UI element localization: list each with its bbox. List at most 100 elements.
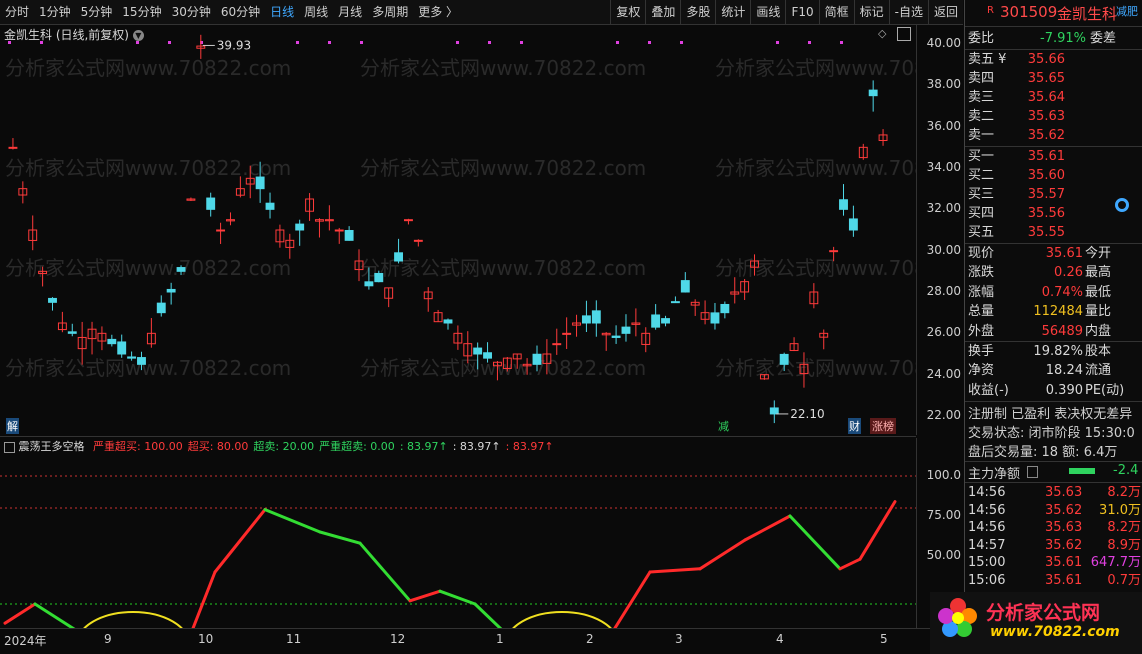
date-tick: 2 <box>586 632 594 646</box>
toolbar-button[interactable]: -自选 <box>888 0 928 24</box>
stat-value: 0.26 <box>1054 265 1083 281</box>
watermark-text: 分析家公式网www.70822.com <box>5 256 291 280</box>
stat-value: 0.390 <box>1045 382 1083 398</box>
period-tab[interactable]: 更多 〉 <box>413 0 463 24</box>
max-price-label: 39.93 <box>217 38 251 52</box>
signal-dot <box>328 41 331 44</box>
period-tab[interactable]: 15分钟 <box>117 0 166 24</box>
oscillator-chart[interactable] <box>0 438 916 628</box>
period-tab[interactable]: 30分钟 <box>167 0 216 24</box>
toolbar-button[interactable]: 复权 <box>610 0 645 24</box>
asks-row[interactable]: 卖一 35.62 <box>965 126 1142 145</box>
signal-dot <box>296 41 299 44</box>
stat-value: 18.24 <box>1045 363 1083 379</box>
bids-row[interactable]: 买一 35.61 <box>965 147 1142 166</box>
bids-price: 35.60 <box>1027 168 1065 183</box>
toolbar-button[interactable]: 统计 <box>715 0 750 24</box>
asks-price: 35.63 <box>1027 109 1065 124</box>
chevron-down-icon[interactable]: ▼ <box>132 30 144 41</box>
candle-body <box>720 303 730 314</box>
weibi-label: 委比 <box>968 31 995 46</box>
asks-label: 卖二 <box>968 109 995 124</box>
trade-ticks: 14:56 35.63 8.2万 14:56 35.62 31.0万 14:56 35.63 8… <box>965 484 1142 592</box>
bids-row[interactable]: 买五 35.55 <box>965 223 1142 242</box>
candle-body <box>48 297 57 303</box>
collapse-icon[interactable] <box>4 441 15 453</box>
bid-book: 买一 35.61 买二 35.60 买三 35.57 买四 35.56 买五 35.55 <box>965 147 1142 242</box>
legend-item: 严重超买: 100.00 <box>93 440 183 453</box>
list-icon[interactable] <box>1027 466 1038 478</box>
trade-volume: 8.2万 <box>1107 520 1141 536</box>
osc-segment <box>838 557 862 571</box>
candle-body <box>868 89 878 97</box>
period-tab[interactable]: 周线 <box>299 0 333 24</box>
bids-row[interactable]: 买二 35.60 <box>965 166 1142 185</box>
stat-label-right: 内盘 <box>1085 323 1112 339</box>
stat-label-right: 今开 <box>1085 246 1112 261</box>
candle-body <box>473 347 483 355</box>
candle-body <box>117 341 127 355</box>
trade-price: 35.61 <box>1045 573 1083 588</box>
asks-row[interactable]: 卖五 ¥ 35.66 <box>965 50 1142 69</box>
period-tab[interactable]: 1分钟 <box>34 0 76 24</box>
period-tab[interactable]: 5分钟 <box>76 0 118 24</box>
toolbar-button[interactable]: 标记 <box>853 0 889 24</box>
osc-segment <box>613 570 652 628</box>
toolbar-button[interactable]: 简框 <box>818 0 854 24</box>
price-tick: 24.00 <box>926 366 961 381</box>
stat-label-right: 股本 <box>1085 344 1112 359</box>
trade-row: 15:00 35.61 647.7万 <box>965 554 1142 571</box>
candle-body <box>176 267 186 272</box>
jian-marker[interactable]: 减 <box>718 418 729 434</box>
signal-dot <box>776 41 779 44</box>
date-tick: 1 <box>496 632 504 646</box>
quote-stats: 现价 35.61 今开 涨跌 0.26 最高 涨幅 0.74% 最低 总量 112484 量比 外盘 56… <box>965 244 1142 341</box>
trade-row: 14:56 35.62 31.0万 <box>965 502 1142 519</box>
refresh-icon[interactable] <box>1115 198 1129 212</box>
asks-row[interactable]: 卖二 35.63 <box>965 107 1142 126</box>
asks-row[interactable]: 卖三 35.64 <box>965 88 1142 107</box>
side-tag[interactable]: 减肥 <box>1116 3 1138 19</box>
candlestick-chart[interactable]: 分析家公式网www.70822.com 分析家公式网www.70822.com 分析… <box>0 25 916 435</box>
stat-label-right: 最高 <box>1085 265 1112 281</box>
toolbar-button[interactable]: 返回 <box>927 0 963 24</box>
oscillator-legend: 震荡王多空格 严重超买: 100.00 超买: 80.00 超卖: 20.00 严重超… <box>4 438 554 454</box>
signal-dot <box>616 41 619 44</box>
zhangbang-marker[interactable]: 涨榜 <box>870 418 896 434</box>
osc-segment <box>191 570 217 628</box>
toolbar-button[interactable]: F10 <box>785 0 818 24</box>
trade-row: 14:56 35.63 8.2万 <box>965 519 1142 536</box>
logo-url: www.70822.com <box>990 624 1120 640</box>
osc-segment <box>743 514 792 542</box>
date-tick: 9 <box>104 632 112 646</box>
stat-label-right: 量比 <box>1085 304 1112 320</box>
candle-body <box>107 338 117 345</box>
asks-row[interactable]: 卖四 35.65 <box>965 69 1142 88</box>
toolbar-button[interactable]: 多股 <box>680 0 715 24</box>
pane-divider <box>0 436 916 437</box>
osc-tick: 100.0 <box>926 468 961 482</box>
period-tab[interactable]: 日线 <box>265 0 299 24</box>
toolbar-button[interactable]: 叠加 <box>645 0 680 24</box>
jie-marker[interactable]: 解 <box>6 418 19 434</box>
candle-body <box>552 343 562 346</box>
candle-body <box>848 218 858 231</box>
toolbar-button[interactable]: 画线 <box>750 0 785 24</box>
chart-options-icon[interactable]: ◇ <box>878 27 886 40</box>
period-tab[interactable]: 多周期 <box>367 0 413 24</box>
candle-body <box>680 280 690 293</box>
candle-body <box>591 310 601 324</box>
stats-row: 外盘 56489 内盘 <box>965 322 1142 341</box>
legend-item: 超买: 80.00 <box>187 440 249 453</box>
period-tab[interactable]: 分时 <box>0 0 34 24</box>
period-tab[interactable]: 月线 <box>333 0 367 24</box>
trade-time: 15:06 <box>968 573 1006 588</box>
trade-volume: 0.7万 <box>1107 573 1141 588</box>
window-icon[interactable] <box>897 27 911 41</box>
watermark-text: 分析家公式网www.70822.com <box>360 56 646 80</box>
trade-price: 35.62 <box>1045 502 1083 518</box>
date-tick: 5 <box>880 632 888 646</box>
period-tab[interactable]: 60分钟 <box>216 0 265 24</box>
cai-marker[interactable]: 财 <box>848 418 861 434</box>
stat-value: 35.61 <box>1045 246 1083 261</box>
